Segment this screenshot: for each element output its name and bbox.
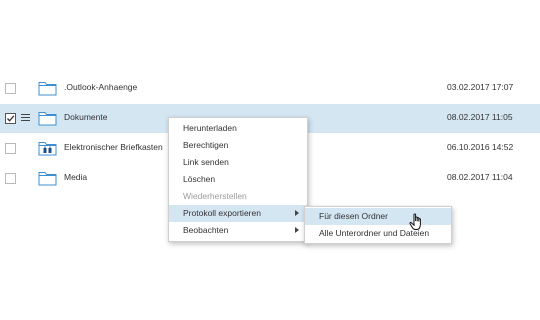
context-menu: Herunterladen Berechtigen Link senden Lö… bbox=[168, 117, 308, 242]
file-date: 08.02.2017 11:05 bbox=[447, 112, 513, 122]
menu-item-label: Link senden bbox=[183, 157, 229, 167]
folder-icon bbox=[38, 172, 57, 186]
row-menu-icon[interactable] bbox=[21, 114, 30, 123]
file-name[interactable]: Media bbox=[64, 172, 87, 182]
menu-item-label: Löschen bbox=[183, 174, 216, 184]
menu-item-herunterladen[interactable]: Herunterladen bbox=[169, 120, 307, 137]
menu-item-label: Beobachten bbox=[183, 225, 229, 235]
row-checkbox-checked[interactable] bbox=[5, 113, 16, 124]
chevron-right-icon bbox=[295, 210, 299, 216]
menu-item-label: Berechtigen bbox=[183, 140, 229, 150]
file-row[interactable]: .Outlook-Anhaenge 03.02.2017 17:07 bbox=[0, 74, 540, 103]
file-date: 06.10.2016 14:52 bbox=[447, 142, 514, 152]
export-submenu: Für diesen Ordner Alle Unterordner und D… bbox=[304, 206, 452, 244]
hand-cursor-icon bbox=[409, 213, 421, 230]
submenu-item-alle-unterordner[interactable]: Alle Unterordner und Dateien bbox=[305, 225, 451, 242]
menu-item-berechtigen[interactable]: Berechtigen bbox=[169, 137, 307, 154]
menu-item-wiederherstellen: Wiederherstellen bbox=[169, 188, 307, 205]
row-checkbox[interactable] bbox=[5, 173, 16, 184]
row-checkbox[interactable] bbox=[5, 143, 16, 154]
menu-item-label: Herunterladen bbox=[183, 123, 237, 133]
menu-item-protokoll-exportieren[interactable]: Protokoll exportieren bbox=[169, 205, 307, 222]
file-date: 03.02.2017 17:07 bbox=[447, 82, 514, 92]
mailbox-folder-icon bbox=[38, 142, 57, 156]
submenu-item-fuer-diesen-ordner[interactable]: Für diesen Ordner bbox=[305, 208, 451, 225]
menu-item-label: Protokoll exportieren bbox=[183, 208, 261, 218]
submenu-item-label: Für diesen Ordner bbox=[319, 211, 388, 221]
menu-item-link-senden[interactable]: Link senden bbox=[169, 154, 307, 171]
file-name[interactable]: Elektronischer Briefkasten bbox=[64, 142, 163, 152]
checkmark-icon bbox=[7, 115, 15, 122]
menu-item-label: Wiederherstellen bbox=[183, 191, 247, 201]
row-checkbox[interactable] bbox=[5, 83, 16, 94]
file-date: 08.02.2017 11:04 bbox=[447, 172, 513, 182]
folder-icon bbox=[38, 82, 57, 96]
file-name[interactable]: Dokumente bbox=[64, 112, 107, 122]
menu-item-beobachten[interactable]: Beobachten bbox=[169, 222, 307, 239]
chevron-right-icon bbox=[295, 227, 299, 233]
folder-icon bbox=[38, 112, 57, 126]
menu-item-loeschen[interactable]: Löschen bbox=[169, 171, 307, 188]
file-name[interactable]: .Outlook-Anhaenge bbox=[64, 82, 137, 92]
